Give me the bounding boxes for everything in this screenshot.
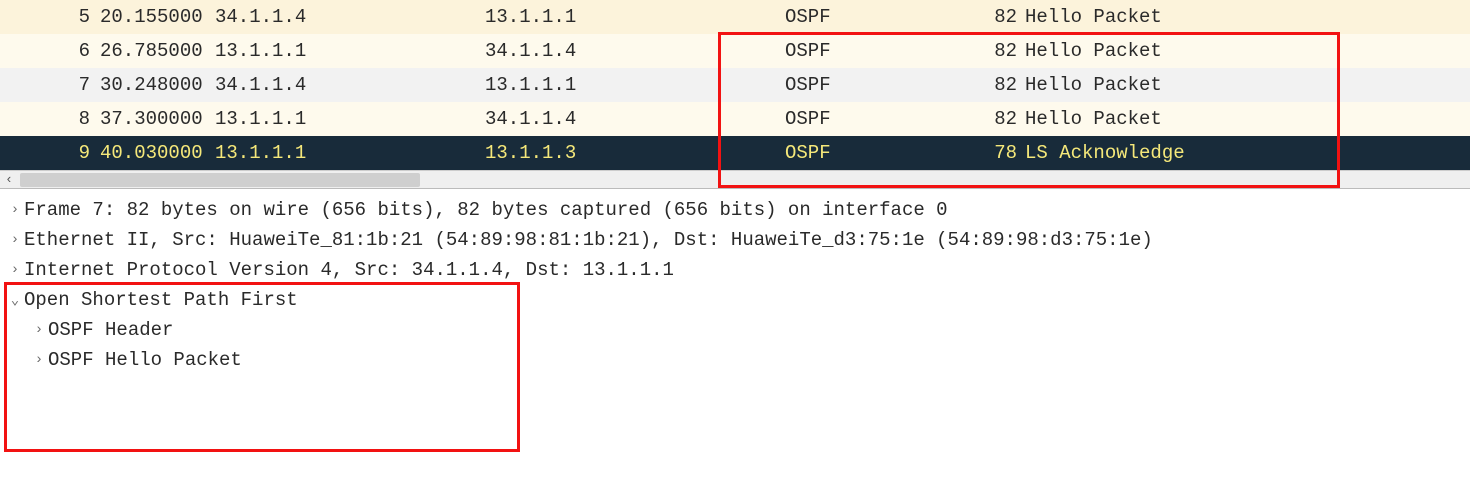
- col-destination: 34.1.1.4: [485, 40, 785, 62]
- chevron-right-icon[interactable]: ›: [30, 352, 48, 368]
- chevron-down-icon[interactable]: ⌄: [6, 292, 24, 309]
- packet-row[interactable]: 940.03000013.1.1.113.1.1.3OSPF78LS Ackno…: [0, 136, 1470, 170]
- col-protocol: OSPF: [785, 6, 970, 28]
- scrollbar-thumb[interactable]: [20, 173, 420, 187]
- col-number: 6: [0, 40, 100, 62]
- col-source: 13.1.1.1: [215, 40, 485, 62]
- col-destination: 13.1.1.1: [485, 6, 785, 28]
- frame-summary: Frame 7: 82 bytes on wire (656 bits), 82…: [24, 199, 948, 221]
- packet-row[interactable]: 520.15500034.1.1.413.1.1.1OSPF82Hello Pa…: [0, 0, 1470, 34]
- col-destination: 34.1.1.4: [485, 108, 785, 130]
- col-info: Hello Packet: [1025, 6, 1470, 28]
- packet-details-pane[interactable]: › Frame 7: 82 bytes on wire (656 bits), …: [0, 189, 1470, 395]
- col-time: 40.030000: [100, 142, 215, 164]
- tree-item-frame[interactable]: › Frame 7: 82 bytes on wire (656 bits), …: [0, 195, 1470, 225]
- col-time: 20.155000: [100, 6, 215, 28]
- wireshark-window: 520.15500034.1.1.413.1.1.1OSPF82Hello Pa…: [0, 0, 1470, 395]
- col-info: Hello Packet: [1025, 108, 1470, 130]
- tree-item-ospf[interactable]: ⌄ Open Shortest Path First: [0, 285, 1470, 315]
- col-protocol: OSPF: [785, 40, 970, 62]
- col-source: 34.1.1.4: [215, 74, 485, 96]
- col-destination: 13.1.1.1: [485, 74, 785, 96]
- col-source: 13.1.1.1: [215, 108, 485, 130]
- col-info: Hello Packet: [1025, 40, 1470, 62]
- chevron-right-icon[interactable]: ›: [6, 232, 24, 248]
- scroll-left-icon[interactable]: ‹: [0, 172, 18, 188]
- col-protocol: OSPF: [785, 142, 970, 164]
- packet-row[interactable]: 626.78500013.1.1.134.1.1.4OSPF82Hello Pa…: [0, 34, 1470, 68]
- col-number: 9: [0, 142, 100, 164]
- tree-item-ospf-hello[interactable]: › OSPF Hello Packet: [0, 345, 1470, 375]
- tree-item-ip[interactable]: › Internet Protocol Version 4, Src: 34.1…: [0, 255, 1470, 285]
- col-info: Hello Packet: [1025, 74, 1470, 96]
- packet-row[interactable]: 730.24800034.1.1.413.1.1.1OSPF82Hello Pa…: [0, 68, 1470, 102]
- horizontal-scrollbar[interactable]: ‹: [0, 170, 1470, 188]
- col-source: 13.1.1.1: [215, 142, 485, 164]
- ospf-summary: Open Shortest Path First: [24, 289, 298, 311]
- ospf-hello-label: OSPF Hello Packet: [48, 349, 242, 371]
- col-time: 30.248000: [100, 74, 215, 96]
- col-length: 82: [970, 74, 1025, 96]
- col-number: 5: [0, 6, 100, 28]
- col-source: 34.1.1.4: [215, 6, 485, 28]
- ospf-header-label: OSPF Header: [48, 319, 173, 341]
- chevron-right-icon[interactable]: ›: [30, 322, 48, 338]
- col-length: 78: [970, 142, 1025, 164]
- col-length: 82: [970, 6, 1025, 28]
- chevron-right-icon[interactable]: ›: [6, 262, 24, 278]
- col-info: LS Acknowledge: [1025, 142, 1470, 164]
- packet-row[interactable]: 837.30000013.1.1.134.1.1.4OSPF82Hello Pa…: [0, 102, 1470, 136]
- tree-item-ospf-header[interactable]: › OSPF Header: [0, 315, 1470, 345]
- ip-summary: Internet Protocol Version 4, Src: 34.1.1…: [24, 259, 674, 281]
- chevron-right-icon[interactable]: ›: [6, 202, 24, 218]
- col-destination: 13.1.1.3: [485, 142, 785, 164]
- col-length: 82: [970, 40, 1025, 62]
- ethernet-summary: Ethernet II, Src: HuaweiTe_81:1b:21 (54:…: [24, 229, 1153, 251]
- col-time: 37.300000: [100, 108, 215, 130]
- col-number: 8: [0, 108, 100, 130]
- col-number: 7: [0, 74, 100, 96]
- tree-item-ethernet[interactable]: › Ethernet II, Src: HuaweiTe_81:1b:21 (5…: [0, 225, 1470, 255]
- col-time: 26.785000: [100, 40, 215, 62]
- col-length: 82: [970, 108, 1025, 130]
- col-protocol: OSPF: [785, 108, 970, 130]
- packet-list-pane[interactable]: 520.15500034.1.1.413.1.1.1OSPF82Hello Pa…: [0, 0, 1470, 189]
- col-protocol: OSPF: [785, 74, 970, 96]
